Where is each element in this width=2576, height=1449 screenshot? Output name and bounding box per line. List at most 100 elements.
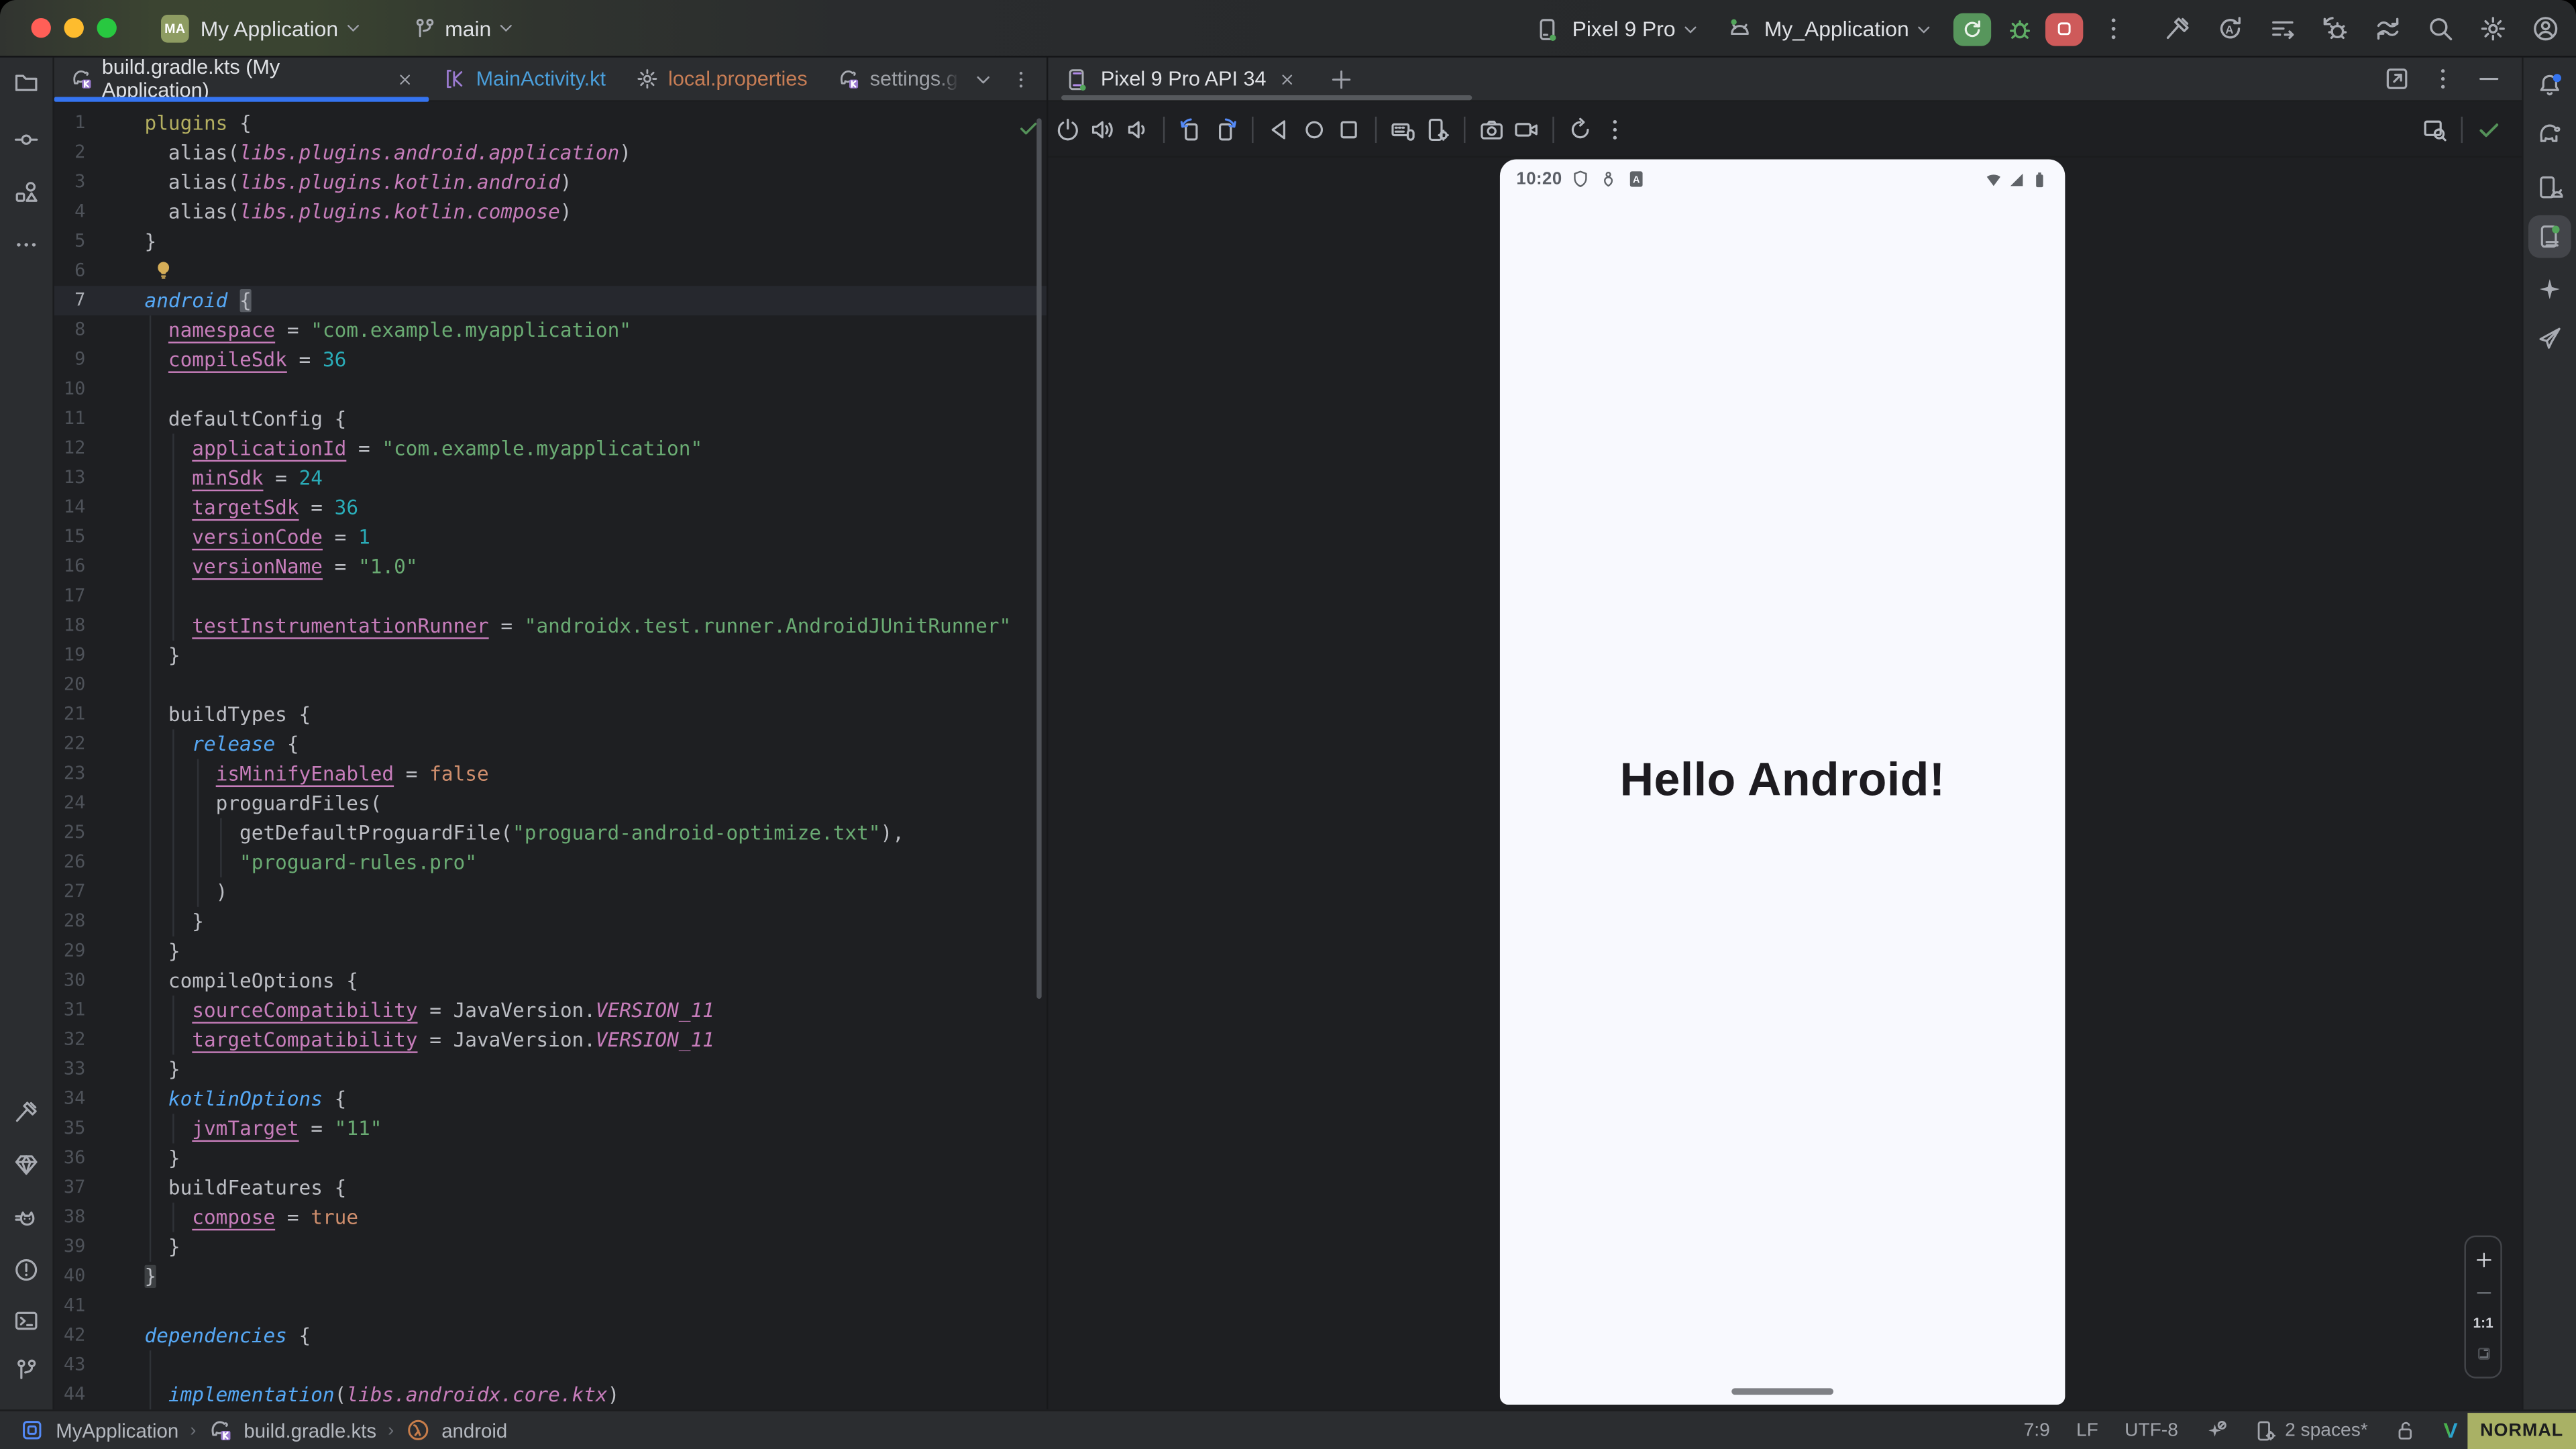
close-tab-icon[interactable] <box>396 70 414 88</box>
code-line-27[interactable]: 27 ) <box>54 877 1046 907</box>
code-line-24[interactable]: 24 proguardFiles( <box>54 789 1046 818</box>
settings-gear-icon[interactable] <box>2479 15 2508 43</box>
branch-widget[interactable]: main <box>412 15 516 40</box>
rotate-right-icon[interactable] <box>1212 116 1238 142</box>
code-line-22[interactable]: 22 release { <box>54 729 1046 759</box>
emulator-screen[interactable]: 10:20 A Hello Android! <box>1500 160 2065 1405</box>
code-line-33[interactable]: 33 } <box>54 1055 1046 1084</box>
device-tab[interactable]: Pixel 9 Pro API 34 <box>1048 58 1312 101</box>
power-icon[interactable] <box>1055 116 1081 142</box>
running-devices-tab-active[interactable] <box>2528 215 2571 258</box>
panel-options-icon[interactable] <box>2430 66 2456 92</box>
code-line-35[interactable]: 35 jvmTarget = "11" <box>54 1114 1046 1143</box>
logcat-icon[interactable] <box>13 1206 40 1232</box>
code-line-28[interactable]: 28 } <box>54 907 1046 936</box>
close-window-button[interactable] <box>32 18 51 38</box>
code-line-8[interactable]: 8 namespace = "com.example.myapplication… <box>54 315 1046 345</box>
editor-scrollbar[interactable] <box>1036 118 1042 999</box>
quick-fix-bulb-icon[interactable] <box>153 260 174 281</box>
code-line-3[interactable]: 3 alias(libs.plugins.kotlin.android) <box>54 168 1046 197</box>
ui-check-icon[interactable] <box>2422 116 2448 142</box>
zoom-to-fit-icon[interactable] <box>2473 1344 2493 1364</box>
gradle-sync-icon[interactable] <box>2374 15 2402 43</box>
code-line-21[interactable]: 21 buildTypes { <box>54 700 1046 729</box>
code-line-18[interactable]: 18 testInstrumentationRunner = "androidx… <box>54 611 1046 641</box>
hide-panel-icon[interactable] <box>2476 66 2502 92</box>
code-line-43[interactable]: 43 <box>54 1350 1046 1380</box>
code-line-5[interactable]: 5} <box>54 227 1046 256</box>
zoom-out-icon[interactable] <box>2473 1283 2493 1302</box>
device-settings-icon[interactable] <box>1424 116 1450 142</box>
code-line-20[interactable]: 20 <box>54 670 1046 700</box>
device-selector[interactable]: Pixel 9 Pro <box>1534 15 1700 42</box>
gradle-icon[interactable] <box>2536 120 2563 146</box>
code-line-14[interactable]: 14 targetSdk = 36 <box>54 493 1046 523</box>
code-line-6[interactable]: 6 <box>54 256 1046 286</box>
more-run-options-icon[interactable] <box>2100 15 2128 43</box>
device-manager-icon[interactable] <box>2536 174 2563 201</box>
overview-icon[interactable] <box>1336 116 1362 142</box>
code-line-29[interactable]: 29 } <box>54 936 1046 966</box>
code-line-32[interactable]: 32 targetCompatibility = JavaVersion.VER… <box>54 1025 1046 1055</box>
code-line-13[interactable]: 13 minSdk = 24 <box>54 464 1046 493</box>
code-line-10[interactable]: 10 <box>54 374 1046 404</box>
code-line-2[interactable]: 2 alias(libs.plugins.android.application… <box>54 138 1046 168</box>
caret-position-widget[interactable]: 7:9 <box>2024 1420 2050 1440</box>
breadcrumb-item[interactable]: MyApplication <box>56 1419 178 1442</box>
run-configuration-selector[interactable]: My_Application <box>1726 15 1933 42</box>
line-ending-widget[interactable]: LF <box>2076 1420 2098 1440</box>
code-line-34[interactable]: 34 kotlinOptions { <box>54 1084 1046 1114</box>
code-line-9[interactable]: 9 compileSdk = 36 <box>54 345 1046 374</box>
rotate-left-icon[interactable] <box>1178 116 1204 142</box>
problems-icon[interactable] <box>13 1256 40 1283</box>
open-in-new-window-icon[interactable] <box>2383 66 2410 92</box>
code-line-19[interactable]: 19 } <box>54 641 1046 670</box>
tab-local-properties[interactable]: local.properties <box>621 58 822 101</box>
restart-icon[interactable] <box>1567 116 1593 142</box>
code-line-25[interactable]: 25 getDefaultProguardFile("proguard-andr… <box>54 818 1046 848</box>
attach-debugger-icon[interactable] <box>2321 15 2349 43</box>
code-line-41[interactable]: 41 <box>54 1291 1046 1321</box>
rerun-button[interactable] <box>1953 12 1991 45</box>
zoom-window-button[interactable] <box>97 18 116 38</box>
code-line-4[interactable]: 4 alias(libs.plugins.kotlin.compose) <box>54 197 1046 227</box>
volume-down-icon[interactable] <box>1124 116 1150 142</box>
project-folder-icon[interactable] <box>13 69 40 95</box>
encoding-widget[interactable]: UTF-8 <box>2125 1420 2178 1440</box>
build-icon[interactable] <box>13 1099 40 1125</box>
build-hammer-icon[interactable] <box>2163 15 2192 43</box>
app-quality-insights-icon[interactable] <box>13 1152 40 1178</box>
code-line-23[interactable]: 23 isMinifyEnabled = false <box>54 759 1046 788</box>
notifications-bell-icon[interactable] <box>2536 72 2563 99</box>
code-line-39[interactable]: 39 } <box>54 1232 1046 1262</box>
code-line-42[interactable]: 42dependencies { <box>54 1321 1046 1350</box>
soft-keyboard-icon[interactable] <box>1390 116 1416 142</box>
commit-icon[interactable] <box>13 127 40 153</box>
code-line-11[interactable]: 11 defaultConfig { <box>54 404 1046 433</box>
ideavim-icon[interactable]: V <box>2443 1418 2457 1443</box>
ai-assistant-off-icon[interactable] <box>2204 1419 2227 1442</box>
device-tabbar-scrollbar[interactable] <box>1061 95 1472 100</box>
code-editor[interactable]: 1plugins {2 alias(libs.plugins.android.a… <box>54 102 1046 1409</box>
tab-build-gradle[interactable]: build.gradle.kts (My Application) <box>54 58 429 101</box>
terminal-icon[interactable] <box>13 1307 40 1334</box>
profiler-icon[interactable] <box>2269 15 2297 43</box>
tab-settings-gradle[interactable]: settings.g <box>822 58 973 101</box>
project-widget[interactable]: MA My Application <box>117 14 363 42</box>
writable-file-icon[interactable] <box>2394 1419 2417 1442</box>
code-line-36[interactable]: 36 } <box>54 1143 1046 1173</box>
tab-mainactivity[interactable]: MainActivity.kt <box>429 58 621 101</box>
code-line-26[interactable]: 26 "proguard-rules.pro" <box>54 848 1046 877</box>
indent-widget[interactable]: 2 spaces* <box>2254 1419 2368 1442</box>
home-icon[interactable] <box>1301 116 1328 142</box>
code-line-37[interactable]: 37 buildFeatures { <box>54 1173 1046 1203</box>
screenshot-icon[interactable] <box>1479 116 1505 142</box>
code-line-30[interactable]: 30 compileOptions { <box>54 966 1046 996</box>
version-control-icon[interactable] <box>13 1357 40 1383</box>
code-line-40[interactable]: 40} <box>54 1262 1046 1291</box>
code-line-1[interactable]: 1plugins { <box>54 109 1046 138</box>
minimize-window-button[interactable] <box>64 18 84 38</box>
airplane-icon[interactable] <box>2536 325 2563 352</box>
gemini-sparkle-icon[interactable] <box>2536 276 2563 302</box>
resource-manager-icon[interactable] <box>13 179 40 205</box>
